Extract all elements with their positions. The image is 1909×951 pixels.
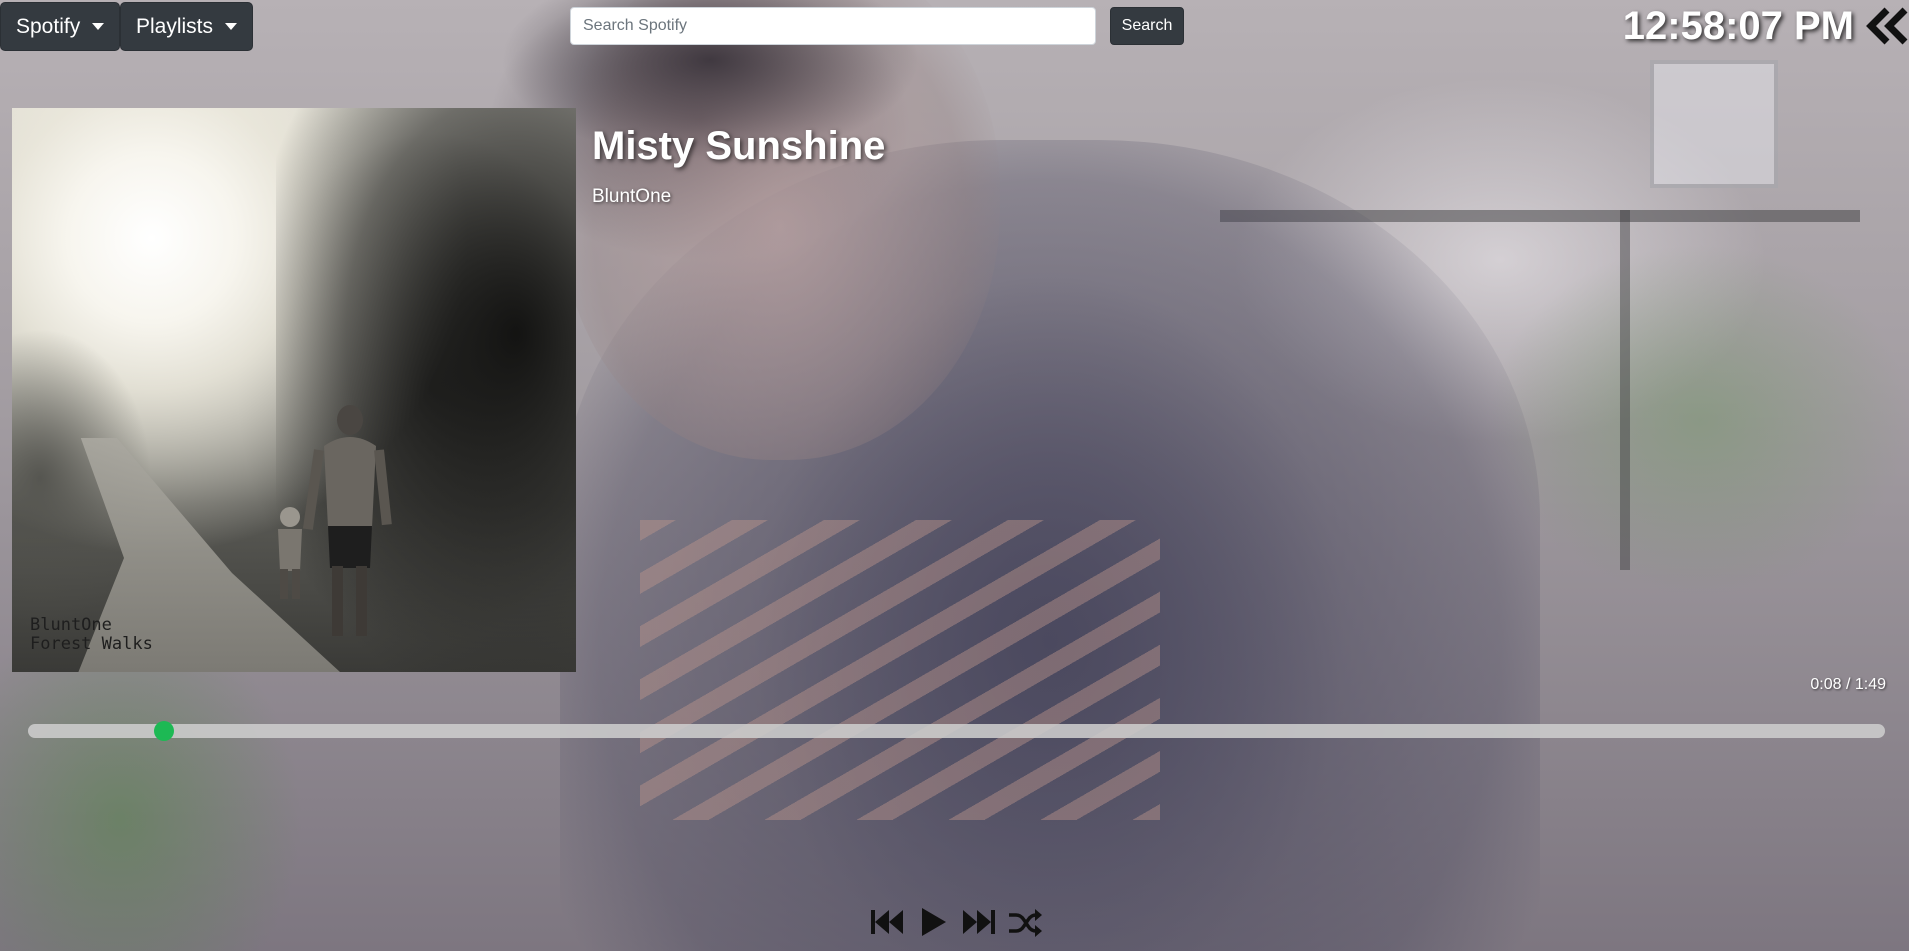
- album-art: BluntOne Forest Walks: [12, 108, 576, 672]
- spotify-dropdown-label: Spotify: [16, 14, 81, 38]
- background-decor: [1620, 210, 1630, 570]
- album-art-figure: [278, 507, 302, 599]
- playback-time: 0:08 / 1:49: [1810, 676, 1886, 693]
- track-artist: BluntOne: [592, 186, 672, 207]
- shuffle-button[interactable]: [1003, 902, 1047, 942]
- search-button-label: Search: [1121, 17, 1173, 34]
- play-button[interactable]: [911, 902, 955, 942]
- playlists-dropdown-label: Playlists: [136, 14, 214, 38]
- shuffle-icon: [1009, 909, 1042, 937]
- track-title: Misty Sunshine: [592, 124, 886, 168]
- spotify-dropdown-button[interactable]: Spotify: [0, 2, 121, 51]
- double-chevron-left-icon[interactable]: [1863, 6, 1909, 46]
- caret-down-icon: [92, 23, 105, 30]
- background-decor: [1650, 60, 1778, 188]
- caret-down-icon: [225, 23, 238, 30]
- skip-previous-icon: [871, 910, 903, 934]
- search-button[interactable]: Search: [1110, 7, 1184, 45]
- progress-slider[interactable]: [28, 721, 1885, 741]
- play-icon: [922, 908, 946, 936]
- playback-controls: [865, 902, 1047, 942]
- background-decor: [640, 520, 1160, 820]
- clock: 12:58:07 PM: [1622, 4, 1854, 48]
- next-button[interactable]: [957, 902, 1001, 942]
- progress-thumb[interactable]: [153, 721, 174, 741]
- previous-button[interactable]: [865, 902, 909, 942]
- player-page: Spotify Playlists Search 12:58:07 PM: [0, 0, 1909, 951]
- search-input[interactable]: [570, 7, 1096, 45]
- playlists-dropdown-button[interactable]: Playlists: [120, 2, 254, 51]
- album-art-caption: BluntOne Forest Walks: [30, 615, 153, 654]
- album-art-figure: [302, 405, 392, 636]
- skip-next-icon: [963, 910, 995, 934]
